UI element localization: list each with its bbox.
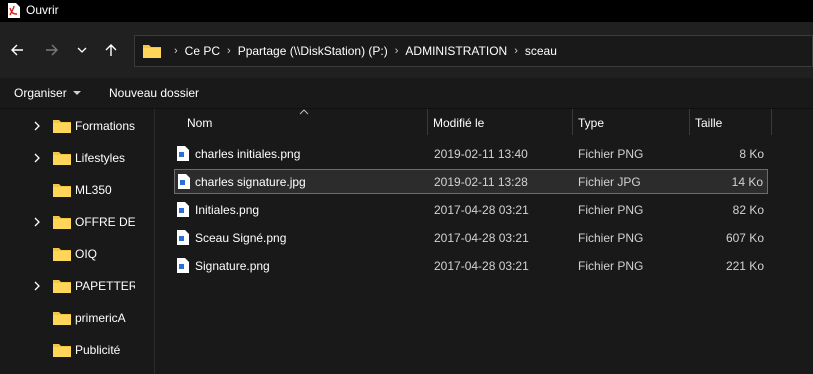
file-row[interactable]: Sceau Signé.png 2017-04-28 03:21 Fichier… bbox=[174, 226, 768, 251]
command-bar: Organiser Nouveau dossier bbox=[0, 78, 813, 109]
file-type: Fichier PNG bbox=[578, 147, 644, 161]
image-file-icon bbox=[177, 202, 189, 217]
navigation-bar: › Ce PC › Ppartage (\\DiskStation) (P:) … bbox=[0, 22, 813, 78]
file-modified: 2019-02-11 13:40 bbox=[434, 147, 528, 161]
folder-icon bbox=[143, 45, 161, 58]
file-type: Fichier PNG bbox=[578, 231, 644, 245]
file-name: Initiales.png bbox=[195, 203, 260, 217]
caret-down-icon bbox=[72, 91, 81, 95]
breadcrumb-sceau[interactable]: sceau bbox=[525, 44, 557, 58]
image-file-icon bbox=[178, 174, 190, 189]
column-header-modified[interactable]: Modifié le bbox=[428, 109, 573, 135]
forward-button[interactable] bbox=[41, 39, 63, 61]
sidebar-item-label: Publicité bbox=[75, 343, 121, 357]
file-row[interactable]: charles initiales.png 2019-02-11 13:40 F… bbox=[174, 142, 768, 167]
file-modified: 2017-04-28 03:21 bbox=[434, 231, 529, 245]
column-header-size[interactable]: Taille bbox=[690, 109, 772, 135]
folder-icon bbox=[53, 152, 71, 165]
column-header-type[interactable]: Type bbox=[573, 109, 690, 135]
file-name: Signature.png bbox=[195, 259, 270, 273]
breadcrumb-administration[interactable]: ADMINISTRATION bbox=[405, 44, 507, 58]
folder-icon bbox=[53, 280, 71, 293]
sidebar-item-lifestyles[interactable]: Lifestyles bbox=[0, 142, 154, 174]
file-modified: 2017-04-28 03:21 bbox=[434, 203, 529, 217]
sidebar-item-label: Lifestyles bbox=[75, 151, 126, 165]
arrow-up-icon bbox=[105, 44, 117, 56]
breadcrumb-separator-icon: › bbox=[174, 45, 178, 57]
breadcrumb-separator-icon[interactable]: › bbox=[395, 45, 399, 57]
folder-icon bbox=[53, 216, 71, 229]
folder-icon bbox=[53, 248, 71, 261]
sidebar-item-label: Formations bbox=[75, 119, 135, 133]
file-modified: 2017-04-28 03:21 bbox=[434, 259, 529, 273]
sidebar-item-ml350[interactable]: ML350 bbox=[0, 174, 154, 206]
file-row[interactable]: Initiales.png 2017-04-28 03:21 Fichier P… bbox=[174, 198, 768, 223]
back-button[interactable] bbox=[6, 39, 28, 61]
file-type: Fichier JPG bbox=[578, 175, 641, 189]
sidebar-item-label: ML350 bbox=[75, 183, 112, 197]
sidebar-item-primerica[interactable]: primericA bbox=[0, 302, 154, 334]
organise-button[interactable]: Organiser bbox=[14, 86, 82, 100]
address-bar[interactable]: › Ce PC › Ppartage (\\DiskStation) (P:) … bbox=[134, 35, 813, 67]
pdf-app-icon bbox=[8, 3, 20, 18]
column-header-name[interactable]: Nom bbox=[182, 109, 428, 135]
file-name: charles initiales.png bbox=[195, 147, 301, 161]
file-size: 8 Ko bbox=[739, 147, 764, 161]
file-type: Fichier PNG bbox=[578, 259, 644, 273]
up-button[interactable] bbox=[100, 39, 122, 61]
chevron-down-icon bbox=[77, 47, 87, 53]
image-file-icon bbox=[177, 258, 189, 273]
breadcrumb-ppartage[interactable]: Ppartage (\\DiskStation) (P:) bbox=[238, 44, 388, 58]
breadcrumb-ce-pc[interactable]: Ce PC bbox=[185, 44, 220, 58]
file-size: 14 Ko bbox=[731, 175, 763, 189]
title-bar: Ouvrir bbox=[0, 0, 813, 22]
breadcrumb: › Ce PC › Ppartage (\\DiskStation) (P:) … bbox=[167, 36, 557, 66]
file-modified: 2019-02-11 13:28 bbox=[434, 175, 528, 189]
file-size: 607 Ko bbox=[725, 231, 764, 245]
folder-icon bbox=[53, 344, 71, 357]
chevron-right-icon[interactable] bbox=[32, 280, 42, 292]
chevron-right-icon[interactable] bbox=[32, 120, 42, 132]
breadcrumb-separator-icon[interactable]: › bbox=[227, 45, 231, 57]
sidebar-item-oiq[interactable]: OIQ bbox=[0, 238, 154, 270]
sidebar-item-label: OIQ bbox=[75, 247, 98, 261]
file-name: charles signature.jpg bbox=[195, 175, 306, 189]
chevron-right-icon[interactable] bbox=[32, 152, 42, 164]
file-type: Fichier PNG bbox=[578, 203, 644, 217]
breadcrumb-separator-icon[interactable]: › bbox=[514, 45, 518, 57]
recent-locations-button[interactable] bbox=[71, 39, 93, 61]
folder-icon bbox=[53, 312, 71, 325]
arrow-left-icon bbox=[11, 44, 23, 56]
arrow-right-icon bbox=[46, 44, 58, 56]
image-file-icon bbox=[177, 230, 189, 245]
file-name: Sceau Signé.png bbox=[195, 231, 287, 245]
sidebar-item-formations[interactable]: Formations bbox=[0, 110, 154, 142]
sidebar-item-label: primericA bbox=[75, 311, 126, 325]
organise-label: Organiser bbox=[14, 86, 67, 100]
file-row-selected[interactable]: charles signature.jpg 2019-02-11 13:28 F… bbox=[174, 169, 768, 194]
folder-icon bbox=[53, 120, 71, 133]
sidebar-item-label: OFFRE DE S bbox=[75, 215, 135, 229]
sidebar-item-label: PAPETTERIE bbox=[75, 279, 135, 293]
file-size: 221 Ko bbox=[725, 259, 764, 273]
image-file-icon bbox=[177, 146, 189, 161]
file-list[interactable]: Nom Modifié le Type Taille charles initi… bbox=[155, 109, 813, 374]
sidebar-item-offre[interactable]: OFFRE DE S bbox=[0, 206, 154, 238]
file-row[interactable]: Signature.png 2017-04-28 03:21 Fichier P… bbox=[174, 254, 768, 279]
chevron-right-icon[interactable] bbox=[32, 216, 42, 228]
folder-icon bbox=[53, 184, 71, 197]
window-title: Ouvrir bbox=[26, 3, 59, 17]
new-folder-button[interactable]: Nouveau dossier bbox=[109, 86, 199, 100]
navigation-pane[interactable]: Formations Lifestyles ML350 OFFRE DE S O… bbox=[0, 109, 155, 374]
file-size: 82 Ko bbox=[732, 203, 764, 217]
sidebar-item-papetterie[interactable]: PAPETTERIE bbox=[0, 270, 154, 302]
sidebar-item-publicite[interactable]: Publicité bbox=[0, 334, 154, 366]
